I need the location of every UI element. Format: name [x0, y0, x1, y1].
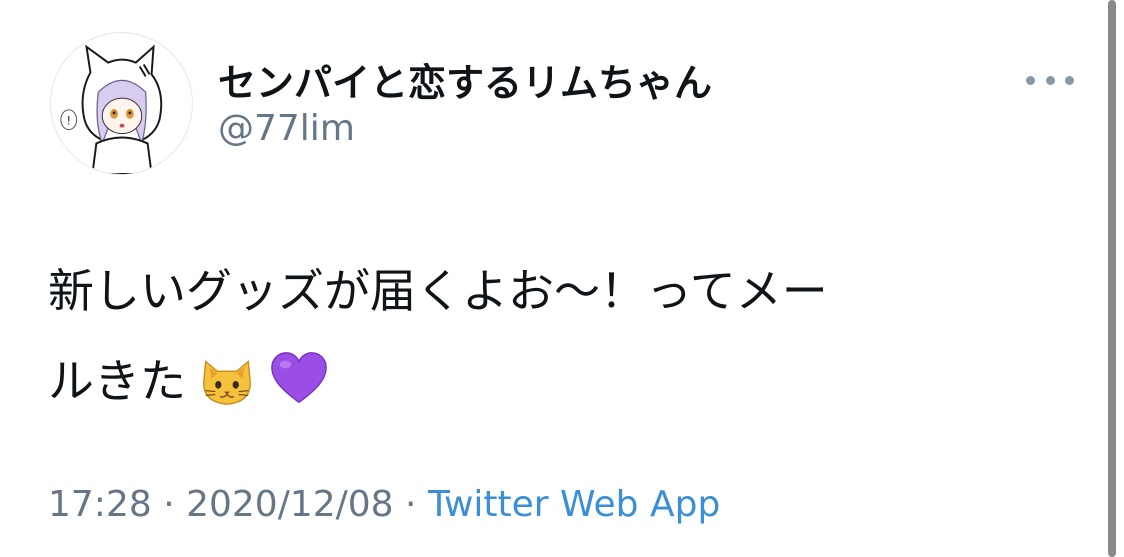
tweet-text-line-2-text: ルきた — [48, 354, 186, 408]
meta-separator: · — [151, 484, 187, 525]
more-dot — [1065, 75, 1074, 85]
cat-face-emoji-icon — [196, 348, 258, 410]
svg-text:!: ! — [66, 114, 71, 128]
scrollbar[interactable] — [1108, 0, 1116, 557]
tweet-text-line-2: ルきた — [48, 336, 1068, 426]
purple-heart-emoji-icon — [268, 348, 330, 410]
tweet-text: 新しいグッズが届くよお〜！ってメー ルきた — [48, 246, 1068, 426]
avatar[interactable]: ! — [50, 32, 193, 175]
more-horizontal-icon[interactable] — [1026, 66, 1074, 94]
tweet-source-link[interactable]: Twitter Web App — [428, 484, 720, 525]
tweet-meta: 17:28 · 2020/12/08 · Twitter Web App — [48, 484, 720, 525]
user-handle[interactable]: @77lim — [218, 108, 355, 149]
tweet-text-line-1: 新しいグッズが届くよお〜！ってメー — [48, 264, 828, 318]
more-dot — [1026, 75, 1035, 85]
tweet-card: ! センパイと恋するリムちゃん @77lim 新しいグッズが届くよお〜！ってメー… — [0, 0, 1124, 557]
tweet-date[interactable]: 2020/12/08 — [186, 484, 394, 525]
avatar-image: ! — [60, 44, 163, 174]
display-name[interactable]: センパイと恋するリムちゃん — [218, 52, 712, 107]
tweet-time[interactable]: 17:28 — [48, 484, 152, 525]
more-dot — [1045, 75, 1055, 85]
meta-separator: · — [393, 484, 428, 525]
